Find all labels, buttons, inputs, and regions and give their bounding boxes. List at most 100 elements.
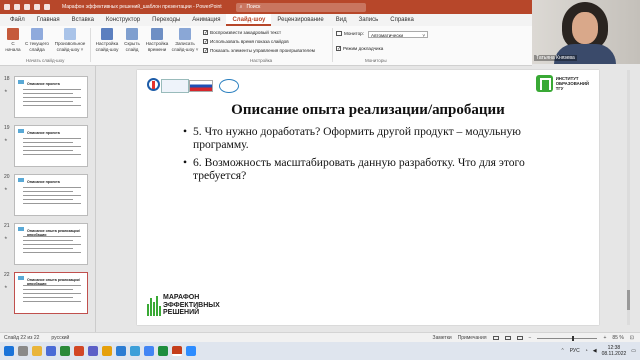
search-icon[interactable] — [18, 346, 28, 356]
thumbnail-text-line — [23, 248, 73, 249]
start-icon[interactable] — [4, 346, 14, 356]
transition-star-icon: ★ — [4, 284, 8, 289]
reading-view-icon[interactable] — [516, 336, 523, 340]
partner-oval-logo — [219, 79, 239, 93]
menu-tab[interactable]: Вид — [330, 14, 353, 26]
webcam-person-face — [572, 12, 598, 44]
monitor-select-value: Автоматически — [371, 33, 404, 38]
edge-icon[interactable] — [130, 346, 140, 356]
menu-tab[interactable]: Анимация — [186, 14, 226, 26]
scrollbar-thumb[interactable] — [627, 290, 630, 310]
yandex-icon[interactable] — [74, 346, 84, 356]
zoom-app-icon[interactable] — [186, 346, 196, 356]
thumbnail-text-line — [23, 289, 73, 290]
slide-thumbnail[interactable]: Описание опыта реализации/апробации — [14, 223, 88, 265]
vertical-scrollbar[interactable] — [627, 70, 630, 325]
play-from-current-icon — [31, 28, 43, 40]
tray-arrow-icon[interactable]: ⌃ — [561, 348, 565, 354]
slide-title[interactable]: Описание опыта реализации/апробации — [137, 102, 599, 119]
slide-bullet-list[interactable]: 5. Что нужно доработать? Оформить другой… — [183, 125, 563, 187]
save-icon[interactable] — [14, 4, 20, 10]
clock[interactable]: 12:38 08.11.2022 — [602, 345, 627, 357]
bullet-item[interactable]: 5. Что нужно доработать? Оформить другой… — [183, 125, 563, 151]
notification-icon[interactable]: ▭ — [631, 348, 636, 354]
current-slide[interactable]: ИНСТИТУТ ОБРАЗОВАНИЙ ТГУ Описание опыта … — [137, 70, 599, 325]
menu-tab[interactable]: Конструктор — [100, 14, 146, 26]
checkbox-checked-icon: ✓ — [203, 39, 209, 45]
menu-tab[interactable]: Файл — [4, 14, 31, 26]
university-logo-mark — [147, 78, 160, 91]
comments-button[interactable]: Примечания — [458, 335, 487, 341]
thumbnail-text-line — [23, 236, 81, 237]
marathon-logo-text: МАРАФОН ЭФФЕКТИВНЫХ РЕШЕНИЙ — [163, 294, 220, 316]
group-setup-label: Настройка — [250, 58, 273, 63]
from-current-button[interactable]: С текущего слайда — [24, 28, 50, 52]
menu-tab[interactable]: Главная — [31, 14, 66, 26]
language-status[interactable]: русский — [51, 335, 69, 341]
slide-thumbnail[interactable]: Описание проекта — [14, 174, 88, 216]
app-icon[interactable] — [102, 346, 112, 356]
custom-show-button[interactable]: Произвольное слайд-шоу ˅ — [52, 28, 88, 52]
menu-tab[interactable]: Запись — [353, 14, 385, 26]
word-icon[interactable] — [46, 346, 56, 356]
menu-tab[interactable]: Вставка — [66, 14, 100, 26]
record-label: Записать слайд-шоу ˅ — [171, 41, 199, 52]
app-icon[interactable] — [158, 346, 168, 356]
monitor-icon — [336, 31, 342, 36]
search-box[interactable]: ⌕ Поиск — [235, 2, 366, 12]
slide-sorter-icon[interactable] — [504, 336, 511, 340]
teams-icon[interactable] — [88, 346, 98, 356]
bullet-item[interactable]: 6. Возможность масштабировать данную раз… — [183, 156, 563, 182]
zoom-slider[interactable] — [537, 335, 598, 341]
thumbnail-text-line — [23, 150, 73, 151]
zoom-slider-handle[interactable] — [572, 335, 575, 341]
rehearse-label: Настройка времени — [145, 41, 169, 52]
checkbox-checked-icon: ✓ — [203, 30, 209, 36]
chrome-icon[interactable] — [144, 346, 154, 356]
fit-slide-icon[interactable]: ⊡ — [630, 335, 634, 341]
menu-tab[interactable]: Переходы — [146, 14, 186, 26]
menu-tab[interactable]: Рецензирование — [271, 14, 329, 26]
divider — [90, 28, 91, 62]
webcam-participant-name: Татьяна Князева — [534, 55, 577, 61]
redo-icon[interactable] — [34, 4, 40, 10]
thumbnail-text-line — [23, 93, 73, 94]
hide-slide-icon — [126, 28, 138, 40]
zoom-out-icon[interactable]: − — [529, 335, 532, 341]
timings-checkbox[interactable]: ✓ Использовать время показа слайдов — [203, 39, 289, 45]
slide-thumbnail[interactable]: Описание опыта реализации/апробации — [14, 272, 88, 314]
record-show-button[interactable]: Записать слайд-шоу ˅ — [172, 28, 198, 52]
monitor-select[interactable]: Автоматически ˅ — [368, 31, 428, 38]
autosave-icon[interactable] — [4, 4, 10, 10]
from-start-button[interactable]: С начала — [4, 28, 22, 52]
powerpoint-icon[interactable] — [172, 346, 182, 356]
controls-checkbox[interactable]: ✓ Показать элементы управления проигрыва… — [203, 48, 315, 54]
wifi-icon[interactable]: ◔ — [585, 348, 588, 354]
webcam-feed: Татьяна Князева — [532, 0, 640, 64]
setup-show-button[interactable]: Настройка слайд-шоу — [94, 28, 120, 52]
slide-counter: Слайд 22 из 22 — [4, 334, 40, 341]
present-icon[interactable] — [44, 4, 50, 10]
keyboard-language[interactable]: РУС — [570, 348, 580, 354]
undo-icon[interactable] — [24, 4, 30, 10]
marathon-logo-bars — [147, 296, 161, 316]
narration-checkbox[interactable]: ✓ Воспроизвести закадровый текст — [203, 30, 281, 36]
file-explorer-icon[interactable] — [32, 346, 42, 356]
zoom-in-icon[interactable]: + — [603, 335, 606, 341]
rehearse-button[interactable]: Настройка времени — [144, 28, 170, 52]
slide-thumbnail[interactable]: Описание проекта — [14, 76, 88, 118]
app-icon[interactable] — [116, 346, 126, 356]
slide-thumbnail[interactable]: Описание проекта — [14, 125, 88, 167]
hide-slide-button[interactable]: Скрыть слайд — [122, 28, 142, 52]
app-icon[interactable] — [60, 346, 70, 356]
zoom-level[interactable]: 85 % — [612, 335, 623, 341]
institute-logo-text: ИНСТИТУТ ОБРАЗОВАНИЙ ТГУ — [555, 76, 589, 91]
volume-icon[interactable]: ◀ — [593, 348, 597, 354]
controls-label: Показать элементы управления проигрывате… — [210, 48, 315, 53]
normal-view-icon[interactable] — [492, 336, 499, 340]
menu-tab[interactable]: Справка — [384, 14, 420, 26]
presenter-view-checkbox[interactable]: ✓ Режим докладчика — [336, 46, 383, 52]
notes-button[interactable]: Заметки — [433, 335, 452, 341]
menu-tab[interactable]: Слайд-шоу — [226, 14, 272, 26]
thumbnail-logo — [18, 129, 24, 133]
